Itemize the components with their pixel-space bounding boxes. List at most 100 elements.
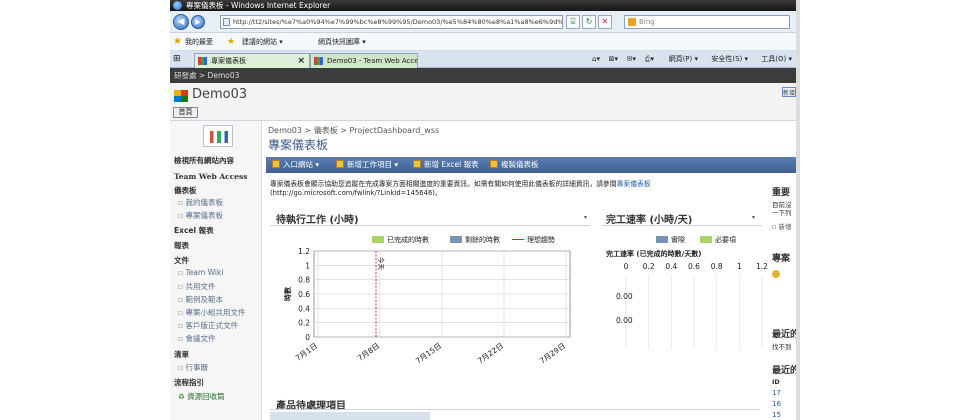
sharepoint-icon (198, 57, 207, 65)
suggested-sites-link[interactable]: 建議的網站 ▾ (242, 33, 283, 51)
back-button[interactable]: ◀ (173, 14, 189, 30)
safety-menu[interactable]: 安全性(S) ▾ (711, 51, 748, 68)
nav-client-docs[interactable]: 客戶版正式文件 (178, 320, 238, 331)
page-scrollbar[interactable] (796, 0, 800, 420)
velocity-x-tick-label: 0.6 (688, 262, 700, 271)
site-actions-link[interactable]: 新增 (782, 87, 796, 97)
legend-label: 必要項 (715, 236, 736, 244)
nav-my-dashboard[interactable]: 我的儀表板 (178, 197, 223, 208)
site-header: Demo03 首頁 新增 (170, 83, 796, 121)
velocity-menu-icon[interactable]: ▾ (752, 214, 755, 221)
tab-team-web-access[interactable]: Demo03 - Team Web Access (310, 53, 418, 68)
velocity-value-label: 0.00 (616, 292, 633, 301)
dashboard-toolbar: 入口網站 ▾ 新增工作項目 ▾ 新增 Excel 報表 複製儀表板 (266, 157, 796, 173)
dashboards-header[interactable]: 儀表板 (174, 185, 197, 196)
burndown-menu-icon[interactable]: ▾ (584, 214, 587, 221)
recent-heading-1: 最近的 (772, 330, 796, 340)
nav-samples-templates[interactable]: 範例及範本 (178, 294, 223, 305)
main-content: Demo03 > 儀表板 > ProjectDashboard_wss 專案儀表… (266, 121, 796, 420)
legend-required: 必要項 (700, 235, 736, 245)
reports-header[interactable]: 報表 (174, 240, 189, 251)
right-column: 重要 目前沒 一下列 ▫ 新增 專案 最近的 找不到 最近的 ID 17 16 … (770, 181, 796, 420)
velocity-x-tick-label: 0 (624, 262, 629, 271)
nav-recycle-bin[interactable]: ♻ 資源回收筒 (178, 391, 225, 402)
tab-bar: ⊞ 專案儀表板 × Demo03 - Team Web Access (170, 51, 796, 68)
feeds-icon[interactable]: ⊠▾ (609, 51, 618, 68)
close-tab-icon[interactable]: × (297, 54, 305, 68)
mail-icon[interactable]: ✉▾ (627, 51, 636, 68)
page-menu[interactable]: 網頁(P) ▾ (669, 51, 698, 68)
tab-project-dashboard[interactable]: 專案儀表板 × (194, 53, 310, 68)
home-icon[interactable]: ⌂▾ (592, 51, 600, 68)
tools-menu[interactable]: 工具(O) ▾ (761, 51, 792, 68)
search-input[interactable]: Bing (624, 15, 790, 29)
url-input[interactable]: http://tt2/sites/%e7%a0%94%e7%99%bc%e8%9… (220, 15, 563, 29)
documents-header[interactable]: 文件 (174, 255, 189, 266)
nav-team-wiki[interactable]: Team Wiki (178, 268, 223, 277)
site-logo-icon (174, 90, 188, 102)
work-item-id-link[interactable]: 17 (772, 389, 781, 397)
lists-header[interactable]: 清單 (174, 349, 189, 360)
project-icon (772, 270, 780, 278)
legend-swatch (372, 236, 384, 243)
excel-reports-header[interactable]: Excel 報表 (174, 225, 214, 236)
refresh-button[interactable]: ↻ (582, 15, 596, 29)
home-tab[interactable]: 首頁 (173, 107, 198, 118)
team-web-access-link[interactable]: Team Web Access (174, 172, 248, 181)
process-guidance-header[interactable]: 流程指引 (174, 377, 204, 388)
portal-menu-button[interactable]: 入口網站 ▾ (272, 157, 319, 173)
work-item-id-link[interactable]: 15 (772, 411, 781, 419)
description-link[interactable]: 專案儀表板 (617, 180, 651, 188)
print-icon[interactable]: ⎙▾ (645, 51, 654, 68)
burndown-y-tick-label: 0.2 (298, 319, 310, 328)
velocity-chart: 完工速率 (已完成的時數/天數) 0 0.2 0.4 0.6 0.8 1 1.2 0.00 0… (606, 249, 768, 349)
description-url: (http://go.microsoft.com/fwlink/?LinkId=… (270, 189, 442, 197)
nav-team-shared-docs[interactable]: 專案小組共用文件 (178, 307, 245, 318)
burndown-divider (270, 225, 590, 226)
burndown-title[interactable]: 待執行工作 (小時) (276, 211, 359, 226)
copy-dashboard-button[interactable]: 複製儀表板 (490, 157, 539, 173)
favorites-bar: ★ 我的最愛 ★ 建議的網站 ▾ 網頁快訊圖庫 ▾ (170, 33, 796, 51)
dashboard-description: 專案儀表板會顯示協助您追蹤在完成專案方面相關進度的重要資訊。如需有關如何使用此儀… (270, 180, 704, 198)
excel-icon (413, 160, 421, 168)
velocity-title[interactable]: 完工速率 (小時/天) (606, 211, 692, 226)
compat-view-button[interactable]: ⌸ (566, 15, 580, 29)
copy-dashboard-label: 複製儀表板 (501, 160, 539, 169)
favorites-star-icon[interactable]: ★ (173, 33, 182, 51)
quick-tabs-icon[interactable]: ⊞ (173, 54, 181, 64)
backlog-divider (270, 409, 760, 410)
burndown-x-tick-label: 7月22日 (476, 341, 505, 365)
burndown-x-tick-label: 7月8日 (356, 341, 381, 362)
recycle-bin-icon: ♻ (178, 392, 188, 401)
new-link[interactable]: ▫ 新增 (772, 221, 791, 231)
add-favorite-icon[interactable]: ★ (227, 33, 235, 51)
stop-button[interactable]: ✕ (598, 15, 612, 29)
nav-project-dashboard[interactable]: 專案儀表板 (178, 210, 223, 221)
new-work-item-button[interactable]: 新增工作項目 ▾ (336, 157, 398, 173)
burndown-x-tick-label: 7月15日 (414, 341, 443, 365)
view-all-content-link[interactable]: 檢視所有網站內容 (174, 155, 234, 166)
work-item-id-link[interactable]: 16 (772, 400, 781, 408)
view-all-content-icon[interactable] (203, 125, 233, 147)
velocity-chart-title: 完工速率 (已完成的時數/天數) (606, 249, 701, 258)
web-slice-gallery-link[interactable]: 網頁快訊圖庫 ▾ (318, 33, 366, 51)
burndown-y-tick-label: 0 (305, 333, 310, 342)
backlog-toolbar (270, 412, 430, 420)
nav-calendar[interactable]: 行事曆 (178, 362, 208, 373)
site-title[interactable]: Demo03 (192, 87, 247, 102)
recent-heading-2: 最近的 (772, 366, 796, 376)
site-breadcrumb[interactable]: 研發處 > Demo03 (170, 68, 796, 83)
favorites-button[interactable]: 我的最愛 (185, 33, 213, 51)
portal-icon (272, 160, 280, 168)
description-text: 專案儀表板會顯示協助您追蹤在完成專案方面相關進度的重要資訊。如需有關如何使用此儀… (270, 180, 617, 188)
left-navigation: 檢視所有網站內容 Team Web Access 儀表板 我的儀表板 專案儀表板… (170, 121, 262, 420)
nav-shared-docs[interactable]: 共用文件 (178, 281, 215, 292)
nav-meeting-docs[interactable]: 會議文件 (178, 333, 215, 344)
burndown-y-tick-label: 1.2 (298, 247, 310, 256)
burndown-chart: 1.2 1 0.8 0.6 0.4 0.2 0 7月1日 7月8日 7月15日 7月22日 7月29… (283, 247, 571, 365)
page-breadcrumb[interactable]: Demo03 > 儀表板 > ProjectDashboard_wss (268, 125, 439, 136)
new-excel-report-button[interactable]: 新增 Excel 報表 (413, 157, 479, 173)
forward-button[interactable]: ▶ (191, 15, 205, 29)
velocity-x-tick-label: 0.8 (711, 262, 723, 271)
window-titlebar: 專案儀表板 - Windows Internet Explorer (170, 0, 796, 11)
